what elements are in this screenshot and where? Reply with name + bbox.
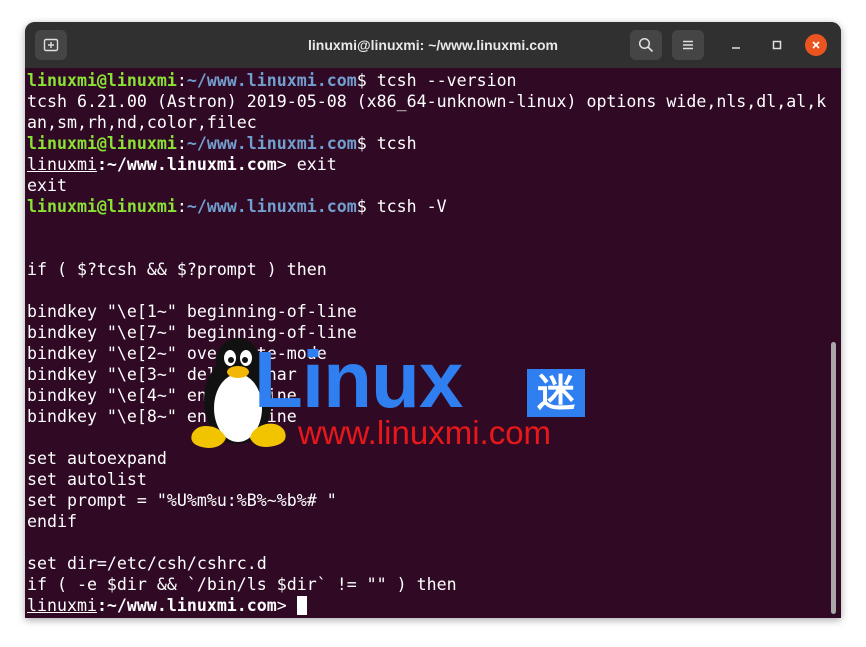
prompt-colon: :	[176, 134, 187, 153]
maximize-button[interactable]	[762, 30, 792, 60]
hamburger-menu-icon	[683, 40, 693, 50]
tcsh-prompt-gt: >	[276, 596, 297, 615]
watermark-mi-badge: 迷	[527, 369, 585, 417]
command-text: tcsh	[376, 134, 417, 153]
output-line: bindkey "\e[1~" beginning-of-line	[27, 302, 357, 321]
prompt-colon: :	[176, 197, 187, 216]
scrollbar[interactable]	[831, 342, 836, 614]
watermark-brand: Linux	[254, 335, 463, 424]
output-line: set prompt = "%U%m%u:%B%~%b%# "	[27, 491, 337, 510]
prompt-line: linuxmi@linuxmi:~/www.linuxmi.com$ tcsh	[27, 133, 827, 154]
output-line: an,sm,rh,nd,color,filec	[27, 113, 257, 132]
prompt-dollar: $	[356, 134, 377, 153]
prompt-dollar: $	[356, 197, 377, 216]
prompt-path: ~/www.linuxmi.com	[186, 197, 357, 216]
output-line: if ( -e $dir && `/bin/ls $dir` != "" ) t…	[27, 575, 457, 594]
tcsh-prompt-user: linuxmi	[27, 596, 97, 615]
watermark-url: www.linuxmi.com	[298, 414, 552, 451]
search-icon	[638, 37, 654, 53]
command-text: tcsh -V	[376, 197, 447, 216]
maximize-icon	[772, 40, 782, 50]
tcsh-prompt-user: linuxmi	[27, 155, 97, 174]
output-line: set autolist	[27, 470, 147, 489]
close-icon	[812, 41, 820, 49]
prompt-line: linuxmi@linuxmi:~/www.linuxmi.com$ tcsh …	[27, 196, 827, 217]
menu-button[interactable]	[672, 30, 704, 60]
search-button[interactable]	[630, 30, 662, 60]
output-line: set dir=/etc/csh/cshrc.d	[27, 554, 267, 573]
output-line: set autoexpand	[27, 449, 167, 468]
close-button[interactable]	[801, 30, 831, 60]
prompt-path: ~/www.linuxmi.com	[186, 71, 357, 90]
output-line: tcsh 6.21.00 (Astron) 2019-05-08 (x86_64…	[27, 92, 827, 111]
tcsh-prompt-gt: >	[276, 155, 297, 174]
output-line: exit	[27, 176, 67, 195]
prompt-dollar: $	[356, 71, 377, 90]
prompt-user-host: linuxmi@linuxmi	[27, 134, 177, 153]
new-tab-button[interactable]	[35, 30, 67, 60]
text-cursor	[296, 596, 307, 615]
prompt-path: ~/www.linuxmi.com	[186, 134, 357, 153]
close-button-circle[interactable]	[805, 34, 827, 56]
minimize-button[interactable]	[721, 30, 751, 60]
prompt-user-host: linuxmi@linuxmi	[27, 71, 177, 90]
minimize-icon	[732, 47, 740, 49]
output-line: if ( $?tcsh && $?prompt ) then	[27, 260, 327, 279]
prompt-colon: :	[176, 71, 187, 90]
tcsh-prompt-line: linuxmi:~/www.linuxmi.com>	[27, 595, 827, 616]
terminal-window: linuxmi@linuxmi: ~/www.linuxmi.com linux…	[25, 22, 841, 618]
prompt-user-host: linuxmi@linuxmi	[27, 197, 177, 216]
tcsh-prompt-path: :~/www.linuxmi.com	[96, 155, 277, 174]
command-text: exit	[296, 155, 337, 174]
title-bar[interactable]: linuxmi@linuxmi: ~/www.linuxmi.com	[25, 22, 841, 68]
window-title: linuxmi@linuxmi: ~/www.linuxmi.com	[307, 37, 558, 53]
new-tab-icon	[43, 38, 59, 52]
tcsh-prompt-line: linuxmi:~/www.linuxmi.com> exit	[27, 154, 827, 175]
tcsh-prompt-path: :~/www.linuxmi.com	[96, 596, 277, 615]
output-line: endif	[27, 512, 77, 531]
prompt-line: linuxmi@linuxmi:~/www.linuxmi.com$ tcsh …	[27, 70, 827, 91]
command-text: tcsh --version	[376, 71, 517, 90]
